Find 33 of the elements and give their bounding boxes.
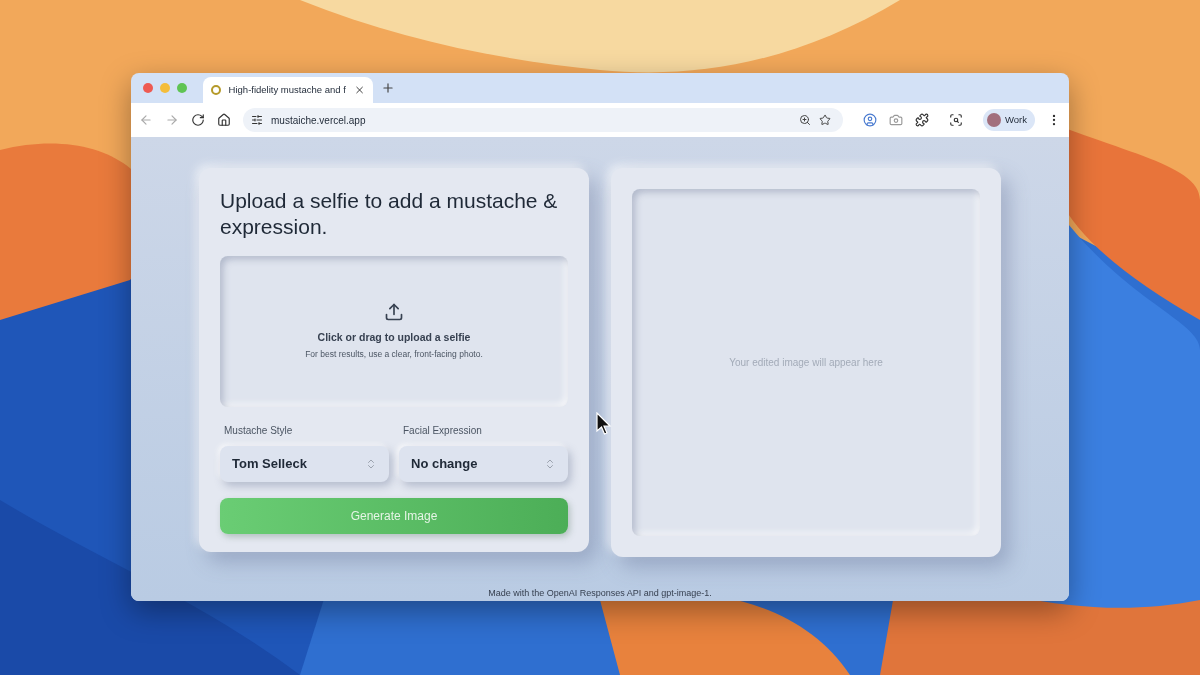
- address-bar[interactable]: mustaiche.vercel.app: [243, 108, 843, 132]
- mouse-pointer-icon: [596, 412, 612, 436]
- site-favicon: [211, 85, 221, 95]
- upload-icon: [384, 302, 404, 323]
- avatar: [987, 113, 1001, 127]
- upload-dropzone[interactable]: Click or drag to upload a selfie For best results, use a clear, front-facing photo.: [220, 256, 568, 407]
- chevron-icon: [365, 458, 377, 470]
- footer-text: Made with the OpenAI Responses API and gpt-image-1.: [488, 586, 712, 600]
- bookmark-star-icon[interactable]: [819, 114, 831, 126]
- camera-icon[interactable]: [889, 113, 903, 127]
- extension-icon[interactable]: [863, 113, 877, 127]
- forward-icon[interactable]: [165, 113, 179, 127]
- extensions-icon[interactable]: [915, 113, 929, 127]
- field-label: Mustache Style: [223, 424, 294, 438]
- dropzone-hint: For best results, use a clear, front-facing photo.: [305, 348, 483, 361]
- select-field[interactable]: Tom Selleck: [220, 446, 389, 482]
- side-panel-icon[interactable]: [949, 113, 963, 127]
- site-settings-icon: [251, 114, 263, 126]
- select-field[interactable]: No change: [399, 446, 568, 482]
- tab-title: High-fidelity mustache and f: [228, 82, 346, 97]
- field-label: Facial Expression: [402, 424, 483, 438]
- home-icon[interactable]: [217, 113, 231, 127]
- card-heading: Upload a selfie to add a mustache & expression.: [220, 188, 559, 240]
- back-icon[interactable]: [139, 113, 153, 127]
- profile-button[interactable]: Work: [983, 109, 1035, 131]
- dropzone-title: Click or drag to upload a selfie: [317, 330, 471, 346]
- new-tab-icon[interactable]: [381, 81, 395, 95]
- url-text: mustaiche.vercel.app: [271, 113, 367, 128]
- chevron-icon: [544, 458, 556, 470]
- browser-tab[interactable]: High-fidelity mustache and f: [203, 77, 373, 103]
- reload-icon[interactable]: [191, 113, 205, 127]
- zoom-icon[interactable]: [799, 114, 811, 126]
- close-icon[interactable]: [353, 84, 365, 96]
